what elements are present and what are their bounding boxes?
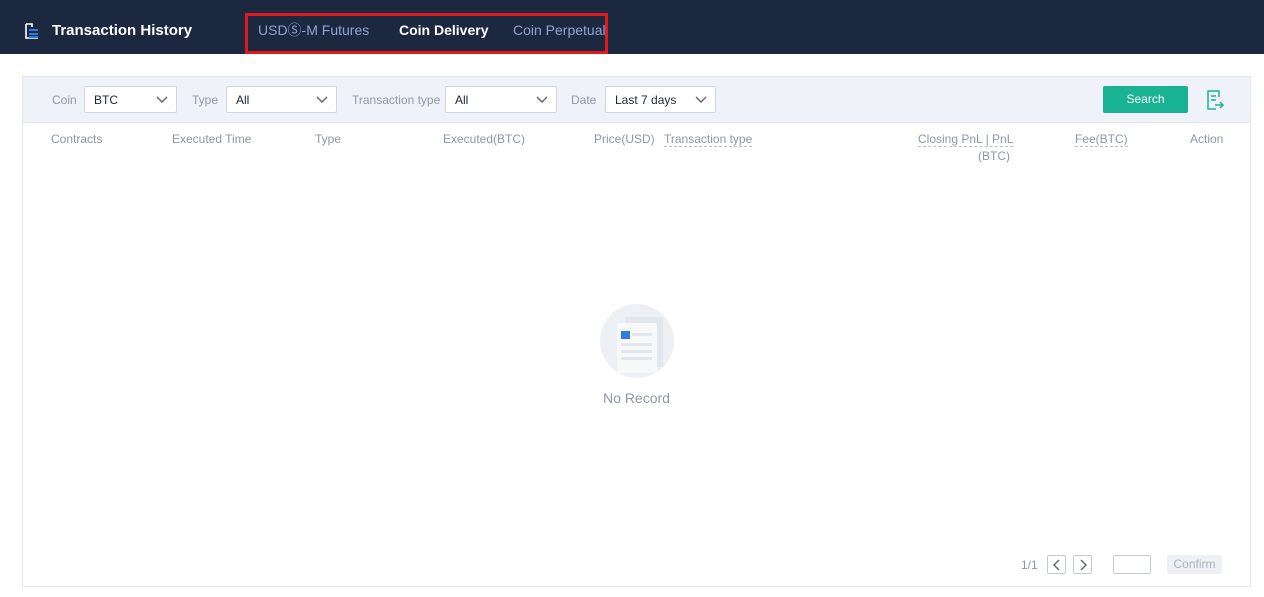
column-header-executed-time: Executed Time xyxy=(172,132,252,146)
chevron-right-icon xyxy=(1080,559,1087,571)
column-header-type: Type xyxy=(315,132,342,146)
chevron-down-icon xyxy=(156,96,168,103)
column-header-closing-pnl-unit: (BTC) xyxy=(978,149,1010,163)
tab-usds-m-futures[interactable]: USDⓈ-M Futures xyxy=(258,22,369,39)
document-list-icon xyxy=(25,23,38,39)
page-indicator: 1/1 xyxy=(1021,558,1038,572)
column-header-executed: Executed(BTC) xyxy=(443,132,526,146)
type-select-value: All xyxy=(236,93,250,107)
page-title: Transaction History xyxy=(52,22,193,39)
transaction-panel: Coin BTC Type All Transaction type All D… xyxy=(22,76,1251,587)
chevron-down-icon xyxy=(536,96,548,103)
date-select-value: Last 7 days xyxy=(615,93,677,107)
column-header-action: Action xyxy=(1190,132,1224,146)
next-page-button[interactable] xyxy=(1073,555,1092,574)
chevron-left-icon xyxy=(1053,559,1060,571)
date-select[interactable]: Last 7 days xyxy=(605,86,716,113)
confirm-button[interactable]: Confirm xyxy=(1167,555,1222,574)
transaction-type-select-value: All xyxy=(455,93,469,107)
chevron-down-icon xyxy=(695,96,707,103)
no-record-text: No Record xyxy=(603,390,670,406)
page-number-input[interactable] xyxy=(1113,555,1151,574)
filter-bar: Coin BTC Type All Transaction type All D… xyxy=(23,77,1250,123)
coin-select-value: BTC xyxy=(94,93,118,107)
export-icon[interactable] xyxy=(1205,89,1225,111)
coin-filter-label: Coin xyxy=(52,93,77,107)
type-filter-label: Type xyxy=(192,93,219,107)
top-bar: Transaction History USDⓈ-M Futures Coin … xyxy=(0,0,1264,54)
tab-coin-perpetual[interactable]: Coin Perpetual xyxy=(513,22,606,39)
column-header-transaction-type[interactable]: Transaction type xyxy=(664,132,753,147)
chevron-down-icon xyxy=(316,96,328,103)
type-select[interactable]: All xyxy=(226,86,337,113)
transaction-type-select[interactable]: All xyxy=(445,86,557,113)
column-header-contracts: Contracts xyxy=(51,132,103,146)
column-header-price: Price(USD) xyxy=(594,132,655,146)
column-header-closing-pnl[interactable]: Closing PnL | PnL xyxy=(918,132,1014,147)
search-button[interactable]: Search xyxy=(1103,86,1188,113)
previous-page-button[interactable] xyxy=(1047,555,1066,574)
tab-coin-delivery[interactable]: Coin Delivery xyxy=(399,22,488,39)
column-header-fee[interactable]: Fee(BTC) xyxy=(1075,132,1128,147)
date-filter-label: Date xyxy=(571,93,597,107)
no-record-icon xyxy=(600,304,674,378)
transaction-type-filter-label: Transaction type xyxy=(352,93,441,107)
coin-select[interactable]: BTC xyxy=(84,86,177,113)
